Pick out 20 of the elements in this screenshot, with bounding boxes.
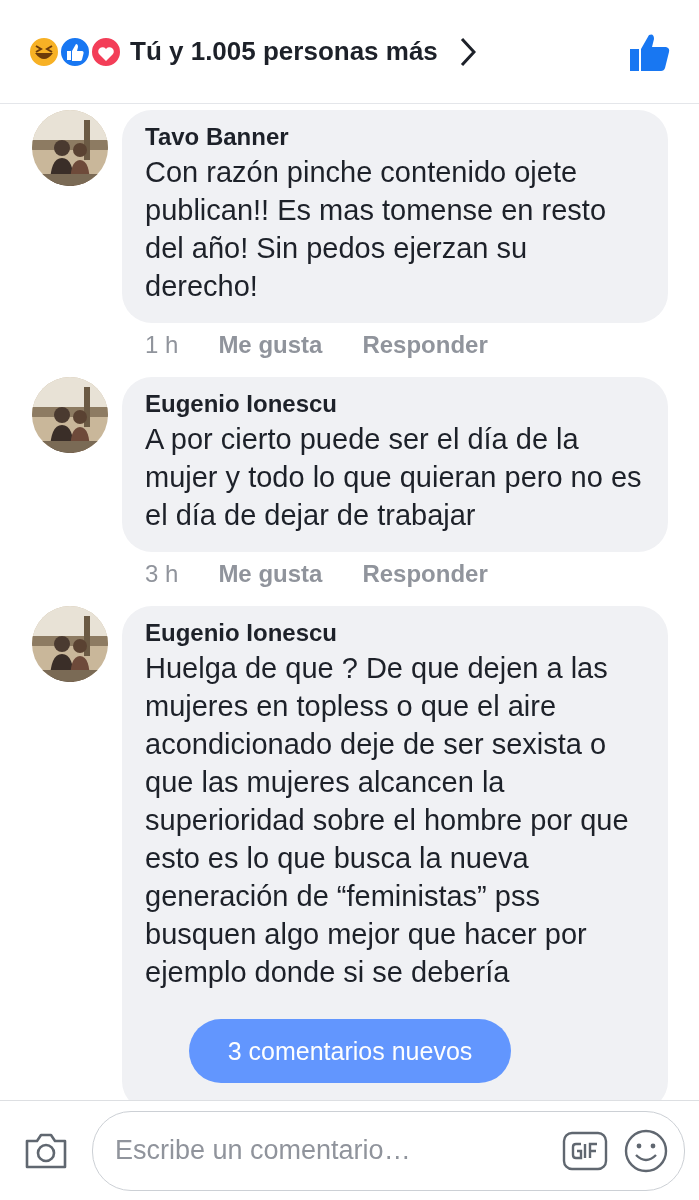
comment-time: 1 h xyxy=(145,331,179,359)
author-name[interactable]: Eugenio Ionescu xyxy=(145,619,642,647)
action-link[interactable]: Me gusta xyxy=(218,560,323,588)
action-link[interactable]: Me gusta xyxy=(218,331,323,359)
action-link[interactable]: Responder xyxy=(362,560,488,588)
comment-time: 3 h xyxy=(145,560,179,588)
comment-input-field[interactable]: Escribe un comentario… xyxy=(113,1134,546,1167)
author-name[interactable]: Eugenio Ionescu xyxy=(145,390,642,418)
comment-text: Con razón pinche contenido ojete publican!! Es mas tomense en resto del año! Sin pedos ejerzan su derecho! xyxy=(145,155,607,304)
gif-icon[interactable] xyxy=(562,1130,608,1171)
comment-field[interactable]: Escribe un comentario… xyxy=(92,1110,685,1191)
emoji-icon[interactable] xyxy=(624,1128,668,1173)
reactions-summary[interactable]: Tú y 1.005 personas más xyxy=(130,36,438,67)
camera-icon[interactable] xyxy=(24,1131,68,1170)
action-link[interactable]: Responder xyxy=(362,331,488,359)
new-comments-button[interactable]: 3 comentarios nuevos xyxy=(189,1019,511,1083)
comment-text: Huelga de que ? De que dejen a las mujeres en topless o que el aire acondicionado deje de ser sexista o que las mujeres alcancen la superioridad sobre el hombre por que esto es lo que busca la nueva generación de “feministas” pss busquen algo mejor que hacer por ejemplo donde si se debería xyxy=(145,651,630,990)
chevron-right-icon[interactable] xyxy=(459,36,476,67)
author-name[interactable]: Tavo Banner xyxy=(145,123,642,151)
comment-text: A por cierto puede ser el día de la mujer y todo lo que quieran pero no es el día de dejar de trabajar xyxy=(145,422,642,533)
